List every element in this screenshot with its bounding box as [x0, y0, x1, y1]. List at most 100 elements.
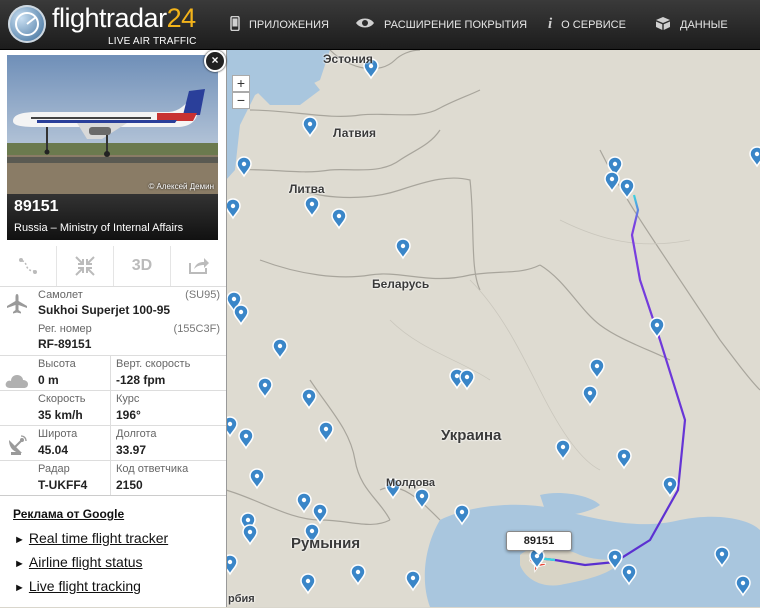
- nav-about[interactable]: i О СЕРВИСЕ: [548, 0, 626, 49]
- aircraft-marker-icon[interactable]: [257, 377, 273, 399]
- speed-label: Скорость: [38, 393, 86, 405]
- aircraft-marker-icon[interactable]: [238, 428, 254, 450]
- selected-flight-label[interactable]: 89151: [506, 531, 572, 555]
- zoom-in-button[interactable]: +: [232, 75, 250, 92]
- flight-header: 89151 Russia – Ministry of Internal Affa…: [7, 194, 218, 240]
- latitude-value: 45.04: [38, 443, 69, 457]
- radar-row: Радар T-UKFF4 Код ответчика 2150: [0, 460, 226, 495]
- share-button[interactable]: [170, 246, 227, 286]
- squawk-value: 2150: [116, 478, 143, 492]
- airline-name: Russia – Ministry of Internal Affairs: [14, 222, 184, 234]
- course-label: Курс: [116, 393, 140, 405]
- ad-link-airline-status[interactable]: ► Airline flight status: [14, 554, 143, 570]
- aircraft-marker-icon[interactable]: [616, 448, 632, 470]
- nav-about-label: О СЕРВИСЕ: [561, 18, 626, 31]
- country-label-lithuania: Литва: [289, 182, 325, 196]
- 3d-view-button[interactable]: 3D: [113, 246, 170, 286]
- share-icon: [189, 258, 209, 274]
- position-row: Широта 45.04 Долгота 33.97: [0, 425, 226, 461]
- aircraft-marker-icon[interactable]: [242, 524, 258, 546]
- altitude-value: 0 m: [38, 373, 59, 387]
- close-panel-button[interactable]: ×: [204, 50, 226, 72]
- flightradar24-logo[interactable]: flightradar24 LIVE AIR TRAFFIC: [8, 3, 208, 47]
- country-label-moldova: Молдова: [386, 477, 436, 489]
- country-label-serbia: рбия: [228, 593, 255, 605]
- phone-icon: [230, 15, 240, 34]
- speed-row: Скорость 35 km/h Курс 196°: [0, 390, 226, 426]
- aircraft-marker-icon[interactable]: [233, 304, 249, 326]
- nav-coverage-label: РАСШИРЕНИЕ ПОКРЫТИЯ: [384, 18, 528, 31]
- aircraft-marker-icon[interactable]: [582, 385, 598, 407]
- top-navigation-bar: flightradar24 LIVE AIR TRAFFIC ПРИЛОЖЕНИ…: [0, 0, 760, 50]
- play-arrow-icon: ►: [14, 534, 25, 546]
- aircraft-value: Sukhoi Superjet 100-95: [38, 303, 171, 317]
- show-route-button[interactable]: [0, 246, 56, 286]
- squawk-label: Код ответчика: [116, 463, 189, 475]
- aircraft-marker-icon[interactable]: [555, 439, 571, 461]
- altitude-row: Высота 0 m Верт. скорость -128 fpm: [0, 355, 226, 391]
- country-label-ukraine: Украина: [441, 427, 502, 444]
- aircraft-marker-icon[interactable]: [604, 171, 620, 193]
- eye-icon: [355, 17, 375, 32]
- altitude-label: Высота: [38, 358, 76, 370]
- aircraft-marker-icon[interactable]: [395, 238, 411, 260]
- radar-label: Радар: [38, 463, 70, 475]
- aircraft-marker-icon[interactable]: [749, 146, 760, 168]
- country-label-estonia: Эстония: [323, 52, 373, 66]
- aircraft-marker-icon[interactable]: [662, 476, 678, 498]
- speed-value: 35 km/h: [38, 408, 83, 422]
- zoom-out-button[interactable]: −: [232, 92, 250, 109]
- nav-coverage[interactable]: РАСШИРЕНИЕ ПОКРЫТИЯ: [355, 0, 527, 49]
- aircraft-marker-icon[interactable]: [300, 573, 316, 595]
- country-label-latvia: Латвия: [333, 126, 377, 140]
- flight-info-panel: × © Алексей Демин 89151 Russia – Ministr…: [0, 50, 227, 607]
- ads-title[interactable]: Реклама от Google: [13, 507, 124, 521]
- aircraft-marker-icon[interactable]: [272, 338, 288, 360]
- latitude-label: Широта: [38, 428, 78, 440]
- nav-apps[interactable]: ПРИЛОЖЕНИЯ: [230, 0, 329, 49]
- vertical-speed-value: -128 fpm: [116, 373, 166, 387]
- aircraft-marker-icon[interactable]: [296, 492, 312, 514]
- course-value: 196°: [116, 408, 141, 422]
- aircraft-marker-icon[interactable]: [304, 196, 320, 218]
- airplane-icon: [3, 287, 31, 321]
- longitude-label: Долгота: [116, 428, 157, 440]
- aircraft-marker-icon[interactable]: [619, 178, 635, 200]
- aircraft-marker-icon[interactable]: [301, 388, 317, 410]
- aircraft-marker-icon[interactable]: [649, 317, 665, 339]
- longitude-value: 33.97: [116, 443, 147, 457]
- aircraft-type-code: (SU95): [185, 289, 220, 301]
- logo-name-text: flightradar: [52, 3, 167, 33]
- ad-link-live-tracking[interactable]: ► Live flight tracking: [14, 578, 141, 594]
- aircraft-marker-icon[interactable]: [302, 116, 318, 138]
- google-ads-block: Реклама от Google ► Real time flight trac…: [0, 495, 226, 608]
- aircraft-marker-icon[interactable]: [459, 369, 475, 391]
- nav-data-label: ДАННЫЕ: [680, 18, 728, 31]
- nav-data[interactable]: ДАННЫЕ: [655, 0, 728, 49]
- aircraft-marker-icon[interactable]: [350, 564, 366, 586]
- aircraft-marker-icon[interactable]: [236, 156, 252, 178]
- aircraft-marker-icon[interactable]: [318, 421, 334, 443]
- info-icon: i: [548, 16, 553, 32]
- logo-number-text: 24: [166, 3, 197, 33]
- aircraft-marker-icon[interactable]: [331, 208, 347, 230]
- aircraft-label: Самолет: [38, 289, 83, 301]
- satellite-dish-icon: [3, 430, 31, 460]
- aircraft-marker-icon[interactable]: [405, 570, 421, 592]
- radar-globe-icon: [8, 5, 46, 43]
- registration-label: Рег. номер: [38, 323, 92, 335]
- vertical-speed-label: Верт. скорость: [116, 358, 191, 370]
- radar-value: T-UKFF4: [38, 478, 88, 492]
- center-aircraft-button[interactable]: [56, 246, 113, 286]
- logo-tagline: LIVE AIR TRAFFIC: [108, 36, 197, 47]
- aircraft-photo[interactable]: © Алексей Демин: [7, 55, 218, 194]
- mode-s-code: (155C3F): [173, 323, 220, 335]
- play-arrow-icon: ►: [14, 558, 25, 570]
- route-icon: [19, 258, 37, 274]
- aircraft-marker-icon[interactable]: [249, 468, 265, 490]
- box-icon: [655, 16, 671, 34]
- aircraft-marker-icon[interactable]: [414, 488, 430, 510]
- aircraft-marker-icon[interactable]: [589, 358, 605, 380]
- ad-link-realtime[interactable]: ► Real time flight tracker: [14, 530, 168, 546]
- aircraft-marker-icon[interactable]: [225, 198, 241, 220]
